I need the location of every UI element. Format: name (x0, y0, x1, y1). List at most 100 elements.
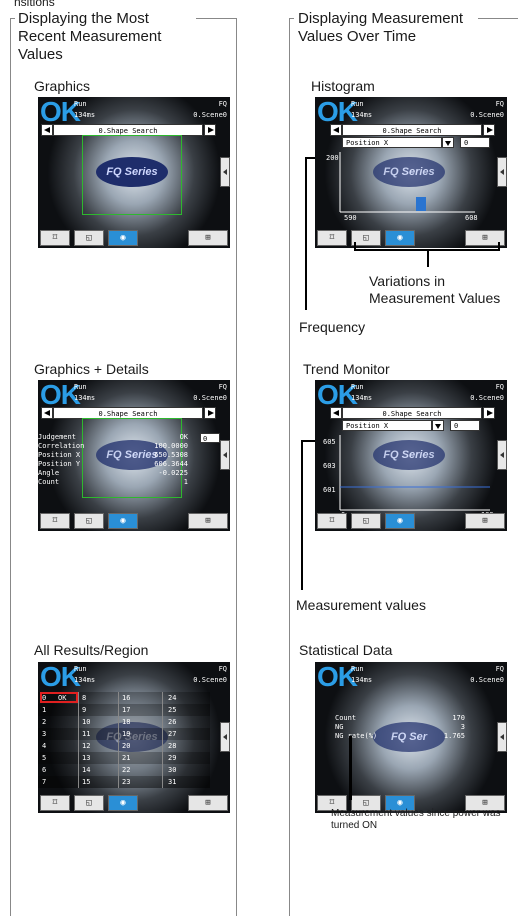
toolbar-tool-button[interactable]: ⊞ (465, 513, 505, 529)
result-index[interactable]: 7 (42, 776, 46, 788)
detail-value: 650.5308 (154, 451, 188, 459)
run-status: Run (74, 383, 87, 391)
histogram-label: Histogram (311, 78, 375, 94)
toolbar-zoom-button[interactable]: ◱ (74, 230, 104, 246)
trend-y-3: 601 (323, 486, 336, 494)
run-status: Run (74, 665, 87, 673)
toolbar-region-button[interactable]: ⌑ (317, 513, 347, 529)
fq-label: FQ (495, 665, 504, 673)
run-status: Run (351, 665, 364, 673)
results-row: 1 9 17 25 (38, 704, 210, 716)
result-index[interactable]: 2 (42, 716, 46, 728)
result-index[interactable]: 10 (82, 716, 90, 728)
judgement-dropdown[interactable]: 0 (200, 433, 220, 443)
stat-value: 3 (460, 723, 465, 731)
toolbar-zoom-button[interactable]: ◱ (351, 513, 381, 529)
histogram-screen: OK Run 134ms FQ 0.Scene0 0.Shape Search … (315, 97, 507, 248)
result-index[interactable]: 20 (122, 740, 130, 752)
stat-name: NG (335, 723, 344, 731)
result-index[interactable]: 3 (42, 728, 46, 740)
result-index[interactable]: 15 (82, 776, 90, 788)
zoom-icon: ◱ (86, 798, 92, 808)
run-status: Run (74, 100, 87, 108)
side-tab-icon[interactable] (220, 722, 230, 752)
measurement-values-annotation: Measurement values (296, 597, 426, 613)
result-index[interactable]: 26 (168, 716, 176, 728)
toolbar-camera-button[interactable]: ◉ (385, 513, 415, 529)
toolbar-tool-button[interactable]: ⊞ (188, 230, 228, 246)
details-panel: Judgement OK Correlation 100.0000 Position… (38, 433, 188, 487)
left-frame-line (10, 18, 11, 916)
result-index[interactable]: 11 (82, 728, 90, 740)
zoom-icon: ◱ (86, 233, 92, 243)
result-index[interactable]: 5 (42, 752, 46, 764)
detail-value: -0.0225 (158, 469, 188, 477)
results-row: 2 10 18 26 (38, 716, 210, 728)
scene-label: 0.Scene0 (193, 676, 227, 684)
result-index[interactable]: 21 (122, 752, 130, 764)
side-tab-icon[interactable] (220, 157, 230, 187)
toolbar-camera-button[interactable]: ◉ (385, 230, 415, 246)
trend-monitor-screen: OK Run 134ms FQ 0.Scene0 0.Shape Search … (315, 380, 507, 531)
toolbar-region-button[interactable]: ⌑ (40, 795, 70, 811)
left-frame-tick (10, 18, 15, 19)
stat-value: 1.765 (443, 732, 465, 740)
detail-name: Position Y (38, 460, 81, 468)
side-tab-icon[interactable] (497, 440, 507, 470)
result-index[interactable]: 24 (168, 692, 176, 704)
result-index[interactable]: 27 (168, 728, 176, 740)
toolbar-zoom-button[interactable]: ◱ (74, 795, 104, 811)
toolbar-region-button[interactable]: ⌑ (317, 230, 347, 246)
hist-x-max: 608 (465, 214, 478, 222)
toolbar-camera-button[interactable]: ◉ (108, 795, 138, 811)
side-tab-icon[interactable] (497, 722, 507, 752)
result-index[interactable]: 12 (82, 740, 90, 752)
results-row: 3 11 19 27 (38, 728, 210, 740)
prev-arrow-icon[interactable] (41, 124, 53, 136)
result-index[interactable]: 8 (82, 692, 86, 704)
detail-name: Angle (38, 469, 60, 477)
result-index[interactable]: 29 (168, 752, 176, 764)
result-index[interactable]: 4 (42, 740, 46, 752)
detail-value: 606.3644 (154, 460, 188, 468)
side-tab-icon[interactable] (497, 157, 507, 187)
toolbar-zoom-button[interactable]: ◱ (74, 513, 104, 529)
toolbar-region-button[interactable]: ⌑ (40, 513, 70, 529)
result-index[interactable]: 28 (168, 740, 176, 752)
result-index[interactable]: 16 (122, 692, 130, 704)
next-arrow-icon[interactable] (204, 124, 216, 136)
result-index[interactable]: 31 (168, 776, 176, 788)
result-index[interactable]: 23 (122, 776, 130, 788)
trend-y-1: 605 (323, 438, 336, 446)
toolbar-tool-button[interactable]: ⊞ (188, 795, 228, 811)
result-index[interactable]: 19 (122, 728, 130, 740)
result-index[interactable]: 6 (42, 764, 46, 776)
toolbar-camera-button[interactable]: ◉ (108, 230, 138, 246)
scene-label: 0.Scene0 (193, 111, 227, 119)
scene-label: 0.Scene0 (470, 676, 504, 684)
result-index[interactable]: 22 (122, 764, 130, 776)
trend-monitor-label: Trend Monitor (303, 361, 390, 377)
results-row: 5 13 21 29 (38, 752, 210, 764)
result-index[interactable]: 1 (42, 704, 46, 716)
result-index[interactable]: 17 (122, 704, 130, 716)
graphics-screen: OK Run 134ms FQ 0.Scene0 0.Shape Search … (38, 97, 230, 248)
stats-panel: Count 170 NG 3 NG rate(%) 1.765 (335, 714, 465, 741)
result-index[interactable]: 18 (122, 716, 130, 728)
toolbar-camera-button[interactable]: ◉ (108, 513, 138, 529)
side-tab-icon[interactable] (220, 440, 230, 470)
toolbar-region-button[interactable]: ⌑ (40, 230, 70, 246)
result-index[interactable]: 9 (82, 704, 86, 716)
grid-separator (162, 692, 163, 788)
result-index[interactable]: 25 (168, 704, 176, 716)
prev-arrow-icon[interactable] (41, 407, 53, 419)
result-index[interactable]: 13 (82, 752, 90, 764)
process-time: 134ms (74, 676, 96, 684)
fq-series-label-image: FQ Series (96, 157, 168, 187)
toolbar-tool-button[interactable]: ⊞ (188, 513, 228, 529)
next-arrow-icon[interactable] (204, 407, 216, 419)
detail-value: 100.0000 (154, 442, 188, 450)
camera-icon: ◉ (397, 516, 403, 526)
result-index[interactable]: 30 (168, 764, 176, 776)
result-index[interactable]: 14 (82, 764, 90, 776)
